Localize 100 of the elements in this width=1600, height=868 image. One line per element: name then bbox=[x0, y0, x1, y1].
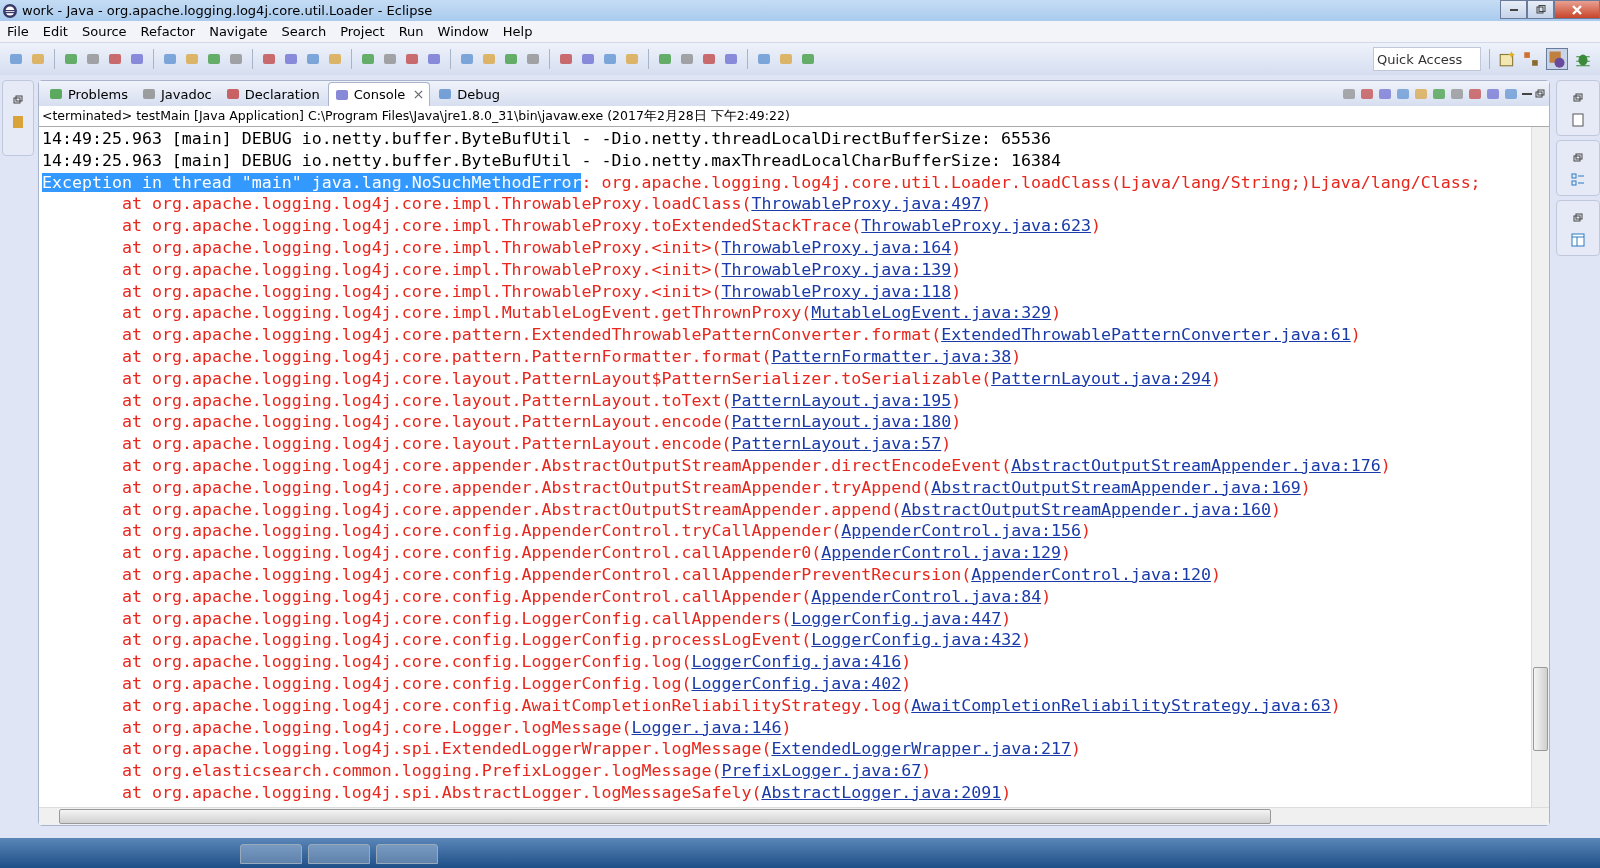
view-tab[interactable]: Console bbox=[327, 82, 431, 106]
quick-access-field[interactable]: Quick Access bbox=[1373, 47, 1481, 71]
closing-paren: ) bbox=[901, 652, 912, 672]
toolbar-icon[interactable] bbox=[558, 51, 574, 67]
toolbar-icon[interactable] bbox=[382, 51, 398, 67]
toolbar-icon[interactable] bbox=[525, 51, 541, 67]
close-button[interactable] bbox=[1554, 0, 1600, 19]
source-link[interactable]: ThrowableProxy.java:139 bbox=[721, 259, 952, 279]
menu-item[interactable]: Source bbox=[81, 24, 127, 39]
menu-item[interactable]: Window bbox=[437, 24, 489, 39]
restore-icon[interactable] bbox=[1535, 88, 1545, 99]
toolbar-icon[interactable] bbox=[129, 51, 145, 67]
toolbar-icon[interactable] bbox=[723, 51, 739, 67]
source-link[interactable]: PatternLayout.java:195 bbox=[731, 390, 952, 410]
source-link[interactable]: LoggerConfig.java:432 bbox=[811, 630, 1022, 650]
source-link[interactable]: AppenderControl.java:84 bbox=[811, 586, 1042, 606]
menu-item[interactable]: Edit bbox=[42, 24, 68, 39]
taskbar-button[interactable] bbox=[308, 844, 370, 864]
toolbar-icon[interactable] bbox=[701, 51, 717, 67]
source-link[interactable]: LoggerConfig.java:447 bbox=[791, 608, 1002, 628]
menu-item[interactable]: Project bbox=[340, 24, 385, 39]
source-link[interactable]: LoggerConfig.java:416 bbox=[691, 652, 902, 672]
closing-paren: ) bbox=[1001, 608, 1012, 628]
close-tab-icon[interactable] bbox=[414, 90, 424, 99]
menu-item[interactable]: Navigate bbox=[209, 24, 268, 39]
source-link[interactable]: AwaitCompletionReliabilityStrategy.java:63 bbox=[911, 695, 1331, 715]
view-tab[interactable]: Declaration bbox=[219, 82, 326, 106]
toolbar-icon[interactable] bbox=[206, 51, 222, 67]
scrollbar-thumb[interactable] bbox=[59, 809, 1271, 824]
document-icon[interactable] bbox=[1571, 113, 1585, 127]
toolbar-icon[interactable] bbox=[162, 51, 178, 67]
source-link[interactable]: AppenderControl.java:120 bbox=[971, 564, 1211, 584]
source-link[interactable]: PrefixLogger.java:67 bbox=[721, 761, 922, 781]
outline-icon[interactable] bbox=[1571, 173, 1585, 187]
menu-item[interactable]: File bbox=[7, 24, 29, 39]
source-link[interactable]: PatternLayout.java:294 bbox=[991, 368, 1211, 388]
toolbar-icon[interactable] bbox=[305, 51, 321, 67]
toolbar-icon[interactable] bbox=[107, 51, 123, 67]
source-link[interactable]: PatternFormatter.java:38 bbox=[771, 346, 1012, 366]
source-link[interactable]: ExtendedLoggerWrapper.java:217 bbox=[771, 739, 1072, 759]
source-link[interactable]: AbstractOutputStreamAppender.java:160 bbox=[901, 499, 1271, 519]
menu-item[interactable]: Help bbox=[502, 24, 533, 39]
source-link[interactable]: ThrowableProxy.java:164 bbox=[721, 238, 952, 257]
toolbar-icon[interactable] bbox=[756, 51, 772, 67]
restore-icon[interactable] bbox=[1573, 153, 1583, 163]
toolbar-icon[interactable] bbox=[261, 51, 277, 67]
layout-icon[interactable] bbox=[1571, 233, 1585, 247]
source-link[interactable]: AbstractOutputStreamAppender.java:176 bbox=[1011, 455, 1381, 475]
toolbar-icon[interactable] bbox=[778, 51, 794, 67]
toolbar-icon[interactable] bbox=[602, 51, 618, 67]
toolbar-icon[interactable] bbox=[30, 51, 46, 67]
toolbar-icon[interactable] bbox=[360, 51, 376, 67]
restore-icon[interactable] bbox=[1573, 93, 1583, 103]
source-link[interactable]: ThrowableProxy.java:497 bbox=[751, 194, 982, 214]
source-link[interactable]: ExtendedThrowablePatternConverter.java:61 bbox=[941, 325, 1351, 345]
source-link[interactable]: PatternLayout.java:180 bbox=[731, 412, 952, 432]
taskbar-button[interactable] bbox=[376, 844, 438, 864]
toolbar-icon[interactable] bbox=[8, 51, 24, 67]
closing-paren: ) bbox=[1210, 564, 1221, 584]
toolbar-icon[interactable] bbox=[657, 51, 673, 67]
toolbar-icon[interactable] bbox=[679, 51, 695, 67]
toolbar-icon[interactable] bbox=[184, 51, 200, 67]
source-link[interactable]: Logger.java:146 bbox=[631, 717, 782, 737]
toolbar-icon[interactable] bbox=[228, 51, 244, 67]
menu-item[interactable]: Search bbox=[281, 24, 327, 39]
horizontal-scrollbar[interactable] bbox=[39, 807, 1549, 825]
vertical-scrollbar[interactable] bbox=[1531, 127, 1549, 807]
source-link[interactable]: AbstractOutputStreamAppender.java:169 bbox=[931, 477, 1301, 497]
toolbar-icon[interactable] bbox=[624, 51, 640, 67]
minimize-button[interactable] bbox=[1500, 0, 1527, 19]
view-tab[interactable]: Problems bbox=[43, 82, 134, 106]
toolbar-icon[interactable] bbox=[85, 51, 101, 67]
toolbar-icon[interactable] bbox=[63, 51, 79, 67]
toolbar-icon[interactable] bbox=[404, 51, 420, 67]
toolbar-icon[interactable] bbox=[283, 51, 299, 67]
toolbar-icon[interactable] bbox=[503, 51, 519, 67]
source-link[interactable]: AbstractLogger.java:2091 bbox=[761, 782, 1002, 802]
view-tab[interactable]: Javadoc bbox=[135, 82, 218, 106]
maximize-button[interactable] bbox=[1527, 0, 1554, 19]
menu-item[interactable]: Refactor bbox=[140, 24, 196, 39]
source-link[interactable]: AppenderControl.java:129 bbox=[821, 543, 1062, 563]
view-tab[interactable]: Debug bbox=[432, 82, 507, 106]
taskbar-button[interactable] bbox=[240, 844, 302, 864]
restore-icon[interactable] bbox=[13, 95, 23, 105]
scrollbar-thumb[interactable] bbox=[1533, 667, 1548, 751]
toolbar-icon[interactable] bbox=[426, 51, 442, 67]
source-link[interactable]: ThrowableProxy.java:623 bbox=[861, 216, 1092, 236]
source-link[interactable]: ThrowableProxy.java:118 bbox=[721, 281, 952, 301]
source-link[interactable]: PatternLayout.java:57 bbox=[731, 434, 942, 454]
open-perspective-icon[interactable] bbox=[1498, 50, 1516, 68]
toolbar-icon[interactable] bbox=[580, 51, 596, 67]
source-link[interactable]: MutableLogEvent.java:329 bbox=[811, 303, 1052, 323]
menu-item[interactable]: Run bbox=[398, 24, 424, 39]
restore-icon[interactable] bbox=[1573, 213, 1583, 223]
source-link[interactable]: LoggerConfig.java:402 bbox=[691, 673, 902, 693]
source-link[interactable]: AppenderControl.java:156 bbox=[841, 521, 1082, 541]
toolbar-icon[interactable] bbox=[327, 51, 343, 67]
toolbar-icon[interactable] bbox=[459, 51, 475, 67]
toolbar-icon[interactable] bbox=[481, 51, 497, 67]
toolbar-icon[interactable] bbox=[800, 51, 816, 67]
